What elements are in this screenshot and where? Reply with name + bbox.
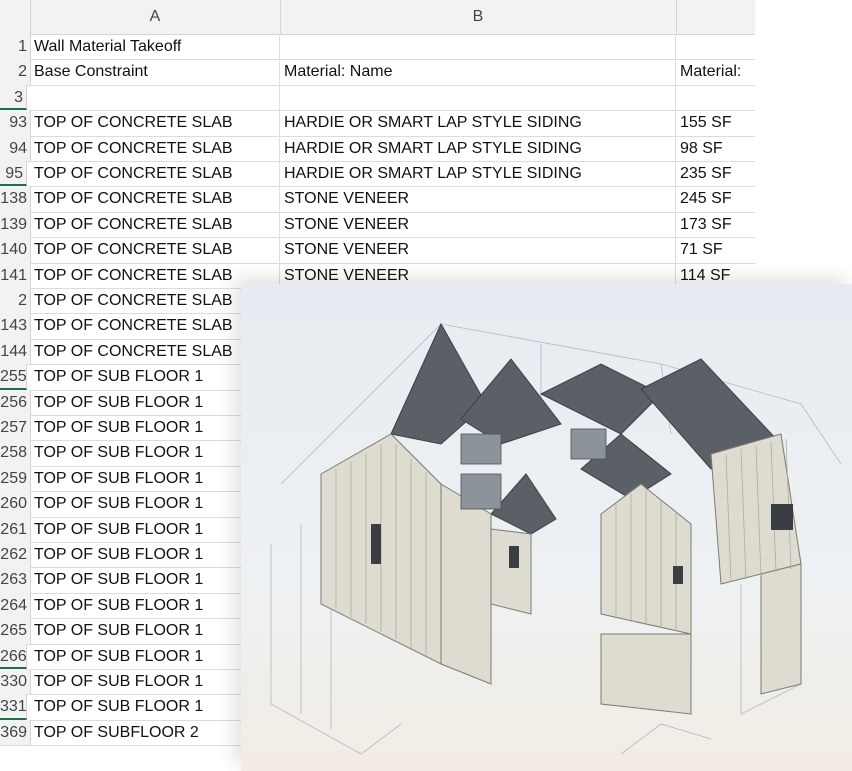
column-header-a[interactable]: A <box>30 0 281 34</box>
cell-column-b[interactable]: Material: Name <box>280 59 676 85</box>
sheet-row: 138 TOP OF CONCRETE SLAB STONE VENEER 245 S… <box>0 186 755 213</box>
cell-column-a[interactable] <box>30 84 280 111</box>
cell-column-a[interactable]: TOP OF CONCRETE SLAB <box>30 186 280 212</box>
row-number[interactable]: 258 <box>0 440 31 466</box>
row-number[interactable]: 95 <box>0 161 27 187</box>
cell-column-c[interactable]: 71 SF <box>676 237 755 262</box>
row-number[interactable]: 331 <box>0 694 27 720</box>
row-number[interactable]: 141 <box>0 262 31 288</box>
cell-column-b[interactable]: STONE VENEER <box>280 237 676 263</box>
cell-column-b[interactable]: HARDIE OR SMART LAP STYLE SIDING <box>280 135 676 161</box>
cell-column-c[interactable] <box>676 85 755 110</box>
cell-column-b[interactable]: STONE VENEER <box>280 211 676 238</box>
row-number[interactable]: 2 <box>0 59 31 85</box>
row-number[interactable]: 330 <box>0 669 31 695</box>
row-number[interactable]: 263 <box>0 567 31 593</box>
cell-column-a[interactable]: Base Constraint <box>30 59 280 85</box>
row-number[interactable]: 2 <box>0 288 31 314</box>
row-number[interactable]: 93 <box>0 110 31 136</box>
column-header-b[interactable]: B <box>280 0 677 34</box>
row-number[interactable]: 264 <box>0 592 31 619</box>
sheet-row: 94 TOP OF CONCRETE SLAB HARDIE OR SMART LA… <box>0 135 755 162</box>
cell-column-b[interactable]: HARDIE OR SMART LAP STYLE SIDING <box>280 110 676 136</box>
select-all-corner[interactable] <box>0 0 31 34</box>
row-number[interactable]: 144 <box>0 338 31 365</box>
sheet-row: 140 TOP OF CONCRETE SLAB STONE VENEER 71 SF <box>0 237 755 264</box>
sheet-row: 95 TOP OF CONCRETE SLAB HARDIE OR SMART LA… <box>0 161 755 188</box>
cell-column-b[interactable]: STONE VENEER <box>280 186 676 212</box>
sheet-row: 139 TOP OF CONCRETE SLAB STONE VENEER 173 S… <box>0 211 755 239</box>
cell-column-a[interactable]: TOP OF CONCRETE SLAB <box>30 237 280 263</box>
row-number[interactable]: 261 <box>0 516 31 542</box>
cell-column-a[interactable]: Wall Material Takeoff <box>30 34 280 60</box>
column-header-row: A B <box>0 0 755 35</box>
sheet-row: 93 TOP OF CONCRETE SLAB HARDIE OR SMART LA… <box>0 110 755 137</box>
row-number[interactable]: 139 <box>0 211 31 238</box>
row-number[interactable]: 255 <box>0 364 27 390</box>
cell-column-b[interactable] <box>280 84 676 111</box>
row-number[interactable]: 259 <box>0 465 31 492</box>
cell-column-c[interactable]: 98 SF <box>676 136 755 161</box>
cell-column-c[interactable]: Material: <box>676 59 755 84</box>
row-number[interactable]: 1 <box>0 34 31 60</box>
row-number[interactable]: 143 <box>0 313 31 339</box>
row-number[interactable]: 369 <box>0 719 31 746</box>
cell-column-b[interactable] <box>280 34 676 60</box>
cell-column-c[interactable]: 173 SF <box>676 212 755 237</box>
cell-column-a[interactable]: TOP OF CONCRETE SLAB <box>30 211 280 238</box>
cell-column-c[interactable]: 155 SF <box>676 110 755 135</box>
row-number[interactable]: 256 <box>0 389 31 415</box>
row-number[interactable]: 94 <box>0 135 31 161</box>
cell-column-a[interactable]: TOP OF CONCRETE SLAB <box>30 110 280 136</box>
row-number[interactable]: 257 <box>0 415 31 441</box>
cell-column-c[interactable] <box>676 34 755 59</box>
row-number[interactable]: 138 <box>0 186 31 212</box>
row-number[interactable]: 140 <box>0 237 31 263</box>
row-number[interactable]: 260 <box>0 491 31 517</box>
sheet-row: 2 Base Constraint Material: Name Material: <box>0 59 755 86</box>
column-header-c[interactable] <box>676 0 755 34</box>
row-number[interactable]: 3 <box>0 84 27 111</box>
cell-column-c[interactable]: 235 SF <box>676 161 755 186</box>
row-number[interactable]: 266 <box>0 643 27 669</box>
sheet-row: 1 Wall Material Takeoff <box>0 34 755 61</box>
row-number[interactable]: 265 <box>0 618 31 644</box>
cell-column-a[interactable]: TOP OF CONCRETE SLAB <box>30 135 280 161</box>
cell-column-a[interactable]: TOP OF CONCRETE SLAB <box>30 161 280 187</box>
row-number[interactable]: 262 <box>0 542 31 568</box>
cell-column-c[interactable]: 245 SF <box>676 186 755 211</box>
cell-column-b[interactable]: HARDIE OR SMART LAP STYLE SIDING <box>280 161 676 187</box>
house-render-drawing <box>270 322 842 755</box>
house-3d-render <box>241 284 852 771</box>
sheet-row: 3 <box>0 84 755 112</box>
